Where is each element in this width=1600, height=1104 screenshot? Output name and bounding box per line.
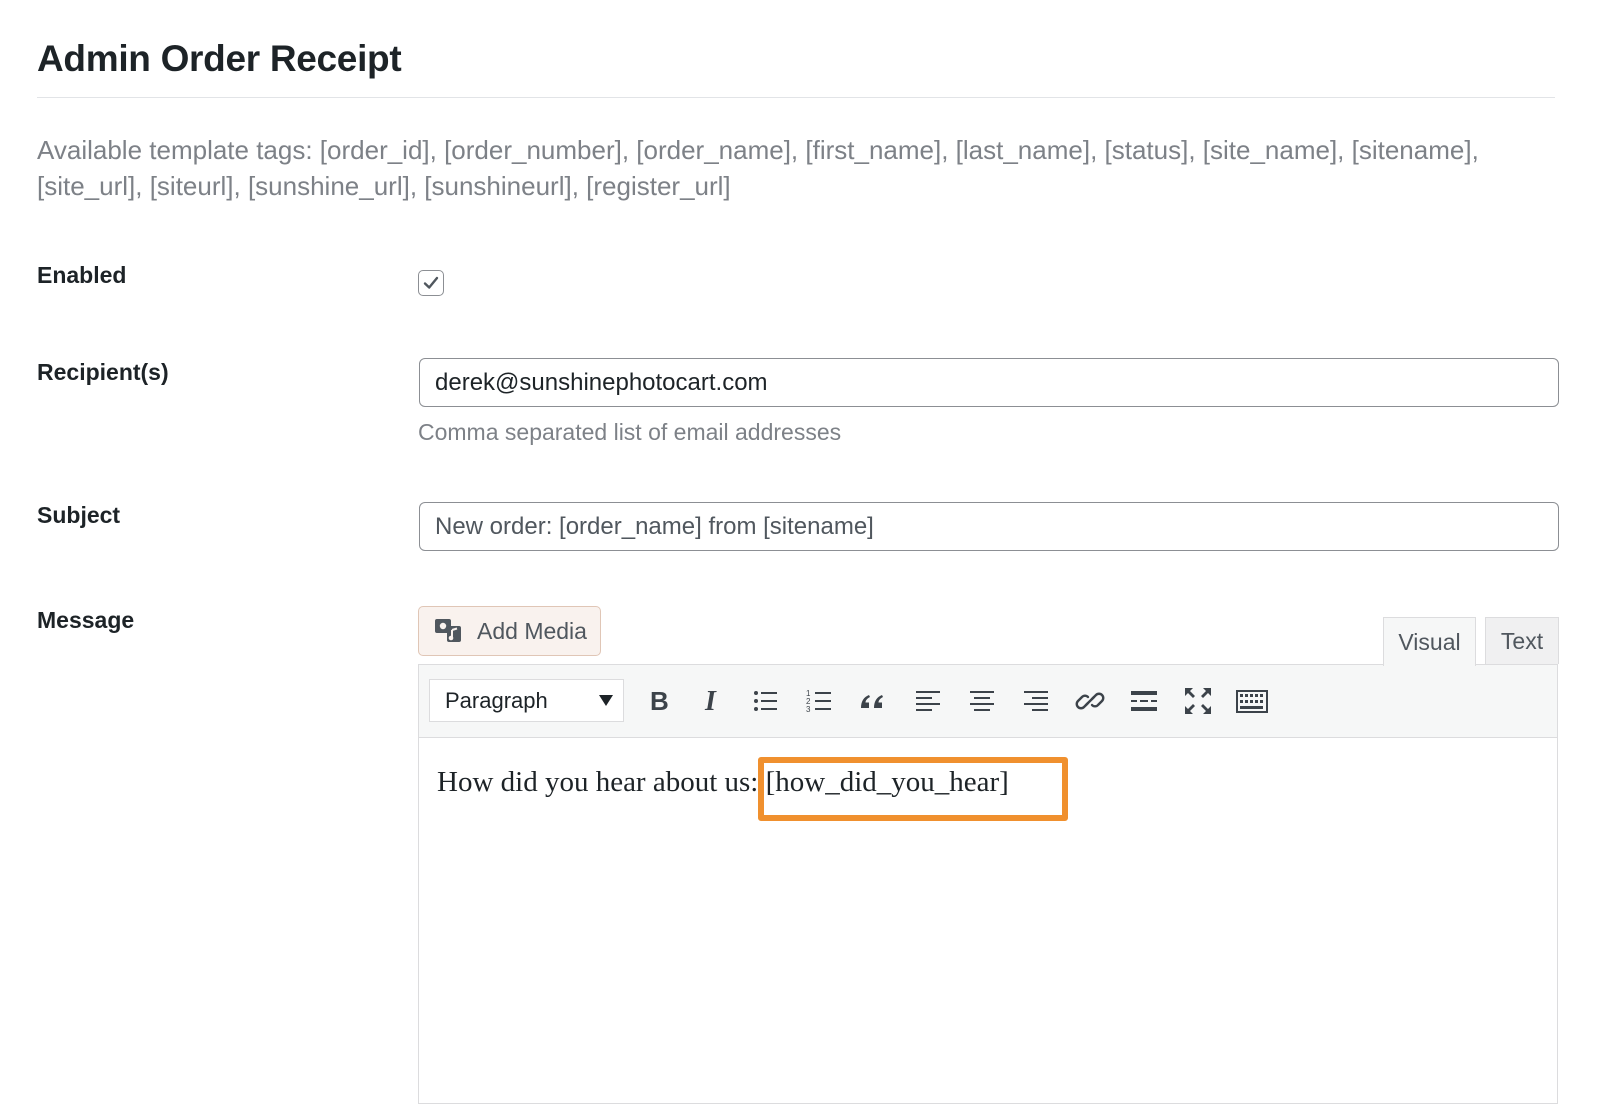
add-media-label: Add Media — [477, 617, 587, 644]
align-center-icon — [970, 691, 994, 711]
enabled-label: Enabled — [37, 262, 127, 288]
title-divider — [37, 97, 1555, 98]
chevron-down-icon — [599, 695, 613, 706]
align-left-button[interactable] — [909, 683, 947, 719]
subject-input[interactable]: New order: [order_name] from [sitename] — [419, 502, 1559, 551]
link-button[interactable] — [1071, 683, 1109, 719]
subject-label: Subject — [37, 502, 121, 528]
format-select-value: Paragraph — [445, 687, 548, 713]
read-more-icon — [1131, 691, 1157, 711]
italic-icon: I — [704, 686, 717, 717]
template-tags-description: Available template tags: [order_id], [or… — [37, 135, 1479, 201]
media-icon — [435, 619, 461, 642]
svg-text:I: I — [704, 686, 717, 717]
align-left-icon — [916, 691, 940, 711]
fullscreen-button[interactable] — [1179, 683, 1217, 719]
svg-text:3: 3 — [806, 705, 811, 714]
bullet-list-icon — [754, 691, 777, 711]
bold-button[interactable]: B — [639, 683, 677, 719]
message-editor: Paragraph B I 1 2 3 How did you hear abo… — [418, 664, 1558, 1104]
tab-visual[interactable]: Visual — [1383, 617, 1476, 666]
recipients-input[interactable]: derek@sunshinephotocart.com — [419, 358, 1559, 407]
read-more-button[interactable] — [1125, 683, 1163, 719]
svg-text:B: B — [650, 686, 669, 716]
fullscreen-icon — [1185, 688, 1211, 714]
highlight-annotation — [758, 757, 1068, 821]
tab-text[interactable]: Text — [1485, 617, 1559, 664]
toolbar-toggle-button[interactable] — [1233, 683, 1271, 719]
recipients-help-text: Comma separated list of email addresses — [418, 419, 842, 445]
align-right-button[interactable] — [1017, 683, 1055, 719]
page-title: Admin Order Receipt — [37, 38, 402, 79]
toolbar-toggle-icon — [1236, 690, 1268, 713]
numbered-list-button[interactable]: 1 2 3 — [801, 683, 839, 719]
paragraph-format-select[interactable]: Paragraph — [429, 679, 624, 722]
bullet-list-button[interactable] — [747, 683, 785, 719]
message-label: Message — [37, 607, 135, 633]
blockquote-button[interactable] — [855, 683, 893, 719]
recipients-label: Recipient(s) — [37, 359, 169, 385]
align-right-icon — [1024, 691, 1048, 711]
add-media-button[interactable]: Add Media — [418, 606, 601, 656]
italic-button[interactable]: I — [693, 683, 731, 719]
bold-icon: B — [650, 686, 669, 716]
numbered-list-icon: 1 2 3 — [806, 689, 831, 714]
enabled-checkbox[interactable] — [418, 270, 444, 296]
editor-toolbar: Paragraph B I 1 2 3 — [419, 665, 1557, 738]
align-center-button[interactable] — [963, 683, 1001, 719]
blockquote-icon — [861, 695, 883, 708]
checkmark-icon — [423, 276, 439, 289]
link-icon — [1075, 692, 1105, 710]
